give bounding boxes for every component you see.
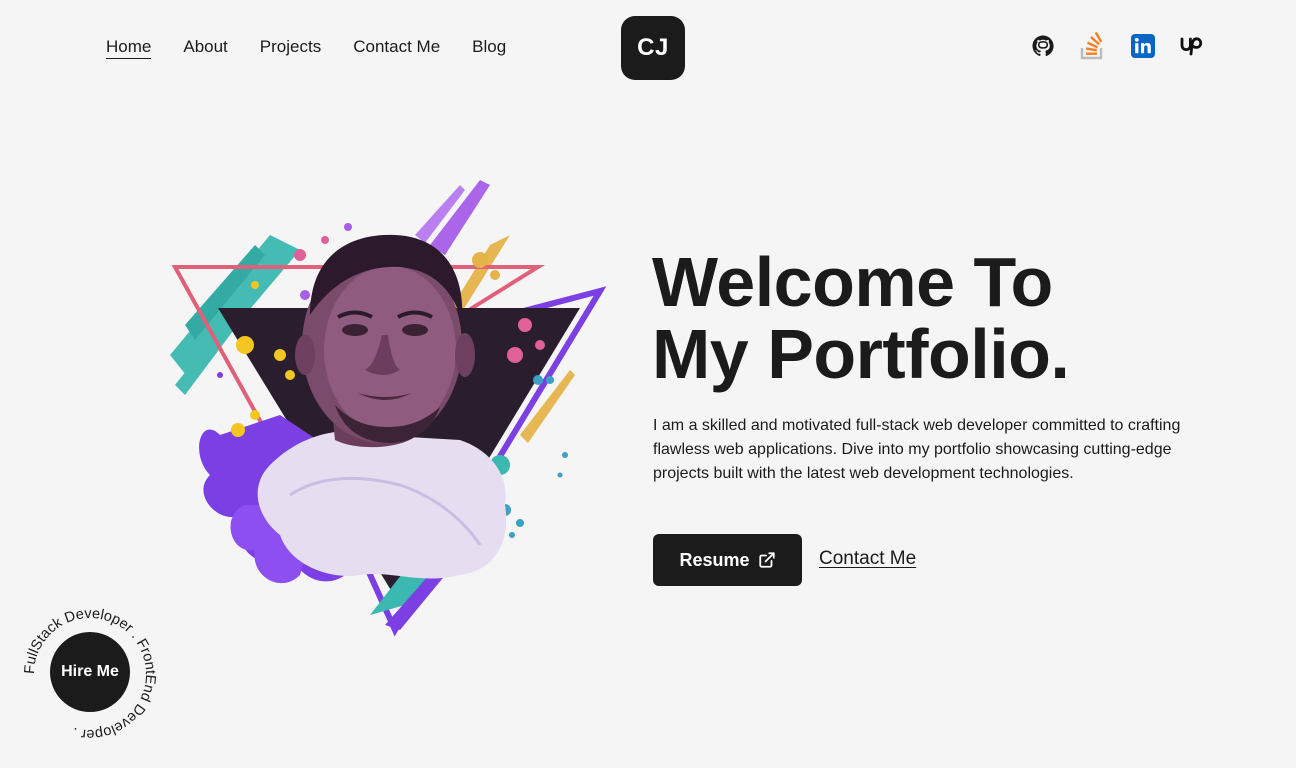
resume-button-label: Resume xyxy=(679,549,750,570)
hero-title-line2: My Portfolio. xyxy=(652,315,1070,393)
hire-me-badge: FullStack Developer . FrontEnd Developer… xyxy=(22,606,158,742)
upwork-icon xyxy=(1180,37,1203,56)
hero-title-line1: Welcome To xyxy=(652,243,1053,321)
hero-title: Welcome To My Portfolio. xyxy=(652,243,1070,393)
nav-blog[interactable]: Blog xyxy=(472,36,506,58)
upwork-link[interactable] xyxy=(1180,32,1206,60)
nav-about[interactable]: About xyxy=(183,36,227,58)
social-links xyxy=(1030,32,1206,60)
external-link-icon xyxy=(758,552,775,568)
portrait-illustration xyxy=(170,180,607,637)
linkedin-icon xyxy=(1131,34,1155,58)
stackoverflow-link[interactable] xyxy=(1080,32,1106,60)
linkedin-link[interactable] xyxy=(1130,32,1156,60)
nav-home[interactable]: Home xyxy=(106,36,152,59)
main-nav: Home About Projects Contact Me Blog xyxy=(106,36,538,59)
hire-me-button[interactable]: Hire Me xyxy=(50,632,130,712)
nav-projects[interactable]: Projects xyxy=(260,36,321,58)
site-logo[interactable]: CJ xyxy=(621,16,685,80)
contact-me-link[interactable]: Contact Me xyxy=(819,548,916,570)
resume-button[interactable]: Resume xyxy=(653,534,802,586)
nav-contact[interactable]: Contact Me xyxy=(353,36,440,58)
stackoverflow-icon xyxy=(1080,32,1103,60)
github-icon xyxy=(1032,35,1054,57)
github-link[interactable] xyxy=(1030,32,1056,60)
hero-description: I am a skilled and motivated full-stack … xyxy=(653,417,1181,482)
